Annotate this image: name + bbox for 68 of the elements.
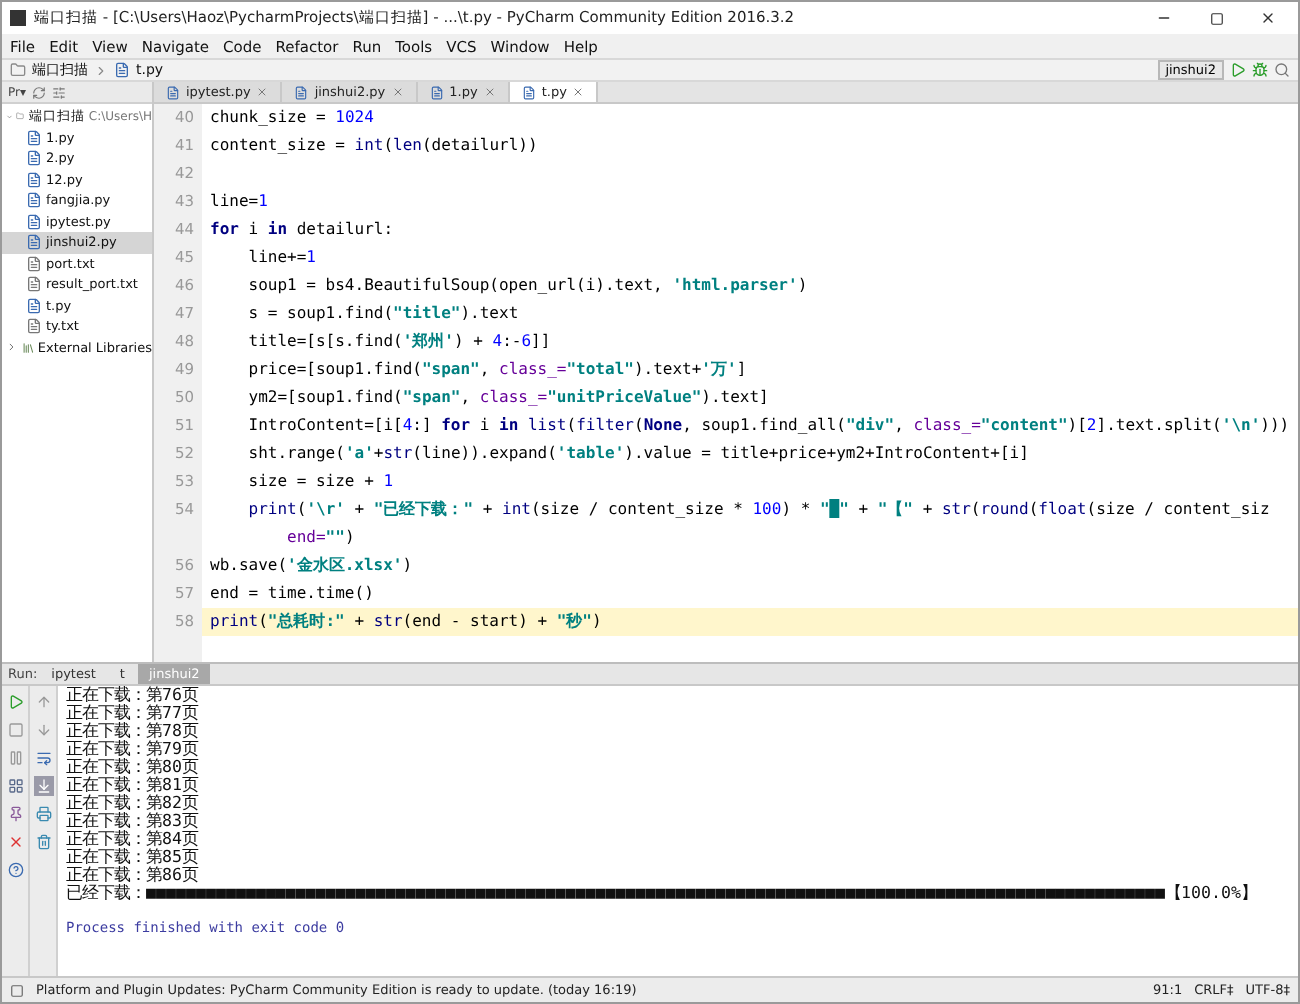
python-file-icon[interactable]	[26, 234, 42, 251]
text-file-icon[interactable]	[26, 276, 42, 293]
sync-icon[interactable]	[32, 85, 46, 99]
code-line: title=[s[s.find('郑州') + 4:-6]]	[246, 330, 553, 354]
python-file-icon[interactable]	[26, 192, 42, 209]
run-icon[interactable]	[7, 694, 23, 710]
code-line: s = soup1.find("title").text	[246, 302, 521, 326]
code-line: content_size = int(len(detailurl))	[208, 134, 540, 158]
python-file-icon[interactable]	[521, 85, 536, 99]
close-icon[interactable]	[1260, 10, 1276, 26]
code-line: sht.range('a'+str(line)).expand('table').value = title+price+ym2+IntroContent+[i]	[246, 442, 1031, 466]
console-line: 正在下载：第85页	[66, 848, 201, 866]
arrow-down-icon[interactable]	[35, 722, 51, 738]
library-icon[interactable]	[21, 339, 34, 356]
wrap-icon[interactable]	[35, 750, 51, 766]
python-file-icon[interactable]	[26, 150, 42, 167]
code-line: chunk_size = 1024	[208, 106, 376, 130]
code-line: line=1	[208, 190, 270, 214]
debug-icon[interactable]	[1252, 62, 1268, 78]
python-file-icon[interactable]	[26, 129, 42, 146]
console-line: 已经下载：■■■■■■■■■■■■■■■■■■■■■■■■■■■■■■■■■■■■■■■■■■■■■■■■■■■■■■■■■■■■■■■■■■■■■■■■■■■■■■■■■■■■■■■■■■■■■■■■■■■■■■【100.0%】	[66, 884, 1259, 902]
code-line: end="")	[285, 526, 357, 550]
python-file-icon[interactable]	[294, 85, 309, 99]
printer-icon[interactable]	[35, 806, 51, 822]
text-file-icon[interactable]	[26, 255, 42, 272]
python-file-icon[interactable]	[429, 85, 444, 99]
console-line: 正在下载：第78页	[66, 722, 201, 740]
console-line: 正在下载：第77页	[66, 704, 201, 722]
settings-icon[interactable]	[52, 85, 66, 99]
scroll-to-end-icon[interactable]	[35, 778, 51, 794]
code-line: for i in detailurl:	[208, 218, 396, 242]
maximize-icon[interactable]	[1209, 11, 1223, 25]
chevron-right-icon[interactable]	[6, 340, 18, 355]
console-line: 正在下载：第81页	[66, 776, 201, 794]
pin-icon[interactable]	[7, 806, 23, 822]
folder-icon[interactable]	[10, 62, 26, 78]
code-line: size = size + 1	[246, 470, 396, 494]
chevron-right-icon[interactable]	[94, 63, 108, 77]
python-file-icon[interactable]	[26, 297, 42, 314]
python-file-icon[interactable]	[26, 213, 42, 230]
python-file-icon[interactable]	[114, 62, 130, 78]
arrow-up-icon[interactable]	[35, 694, 51, 710]
code-line: price=[soup1.find("span", class_="total").text+'万']	[246, 358, 749, 382]
run-icon[interactable]	[1230, 62, 1246, 78]
code-line: IntroContent=[i[4:] for i in list(filter(None, soup1.find_all("div", class_="content")[2].text.split('\n')))	[246, 414, 1292, 438]
console-line: 正在下载：第83页	[66, 812, 201, 830]
pause-icon[interactable]	[7, 750, 23, 766]
code-line: print('\r' + "已经下载：" + int(size / content_size * 100) * "█" + "【" + str(round(float(size / content_siz	[246, 497, 1272, 522]
search-icon[interactable]	[1274, 62, 1290, 78]
text-file-icon[interactable]	[26, 318, 42, 335]
python-file-icon[interactable]	[26, 171, 42, 188]
code-line: end = time.time()	[208, 582, 376, 606]
help-icon[interactable]	[7, 862, 23, 878]
code-line: wb.save('金水区.xlsx')	[208, 554, 415, 578]
trash-icon[interactable]	[35, 834, 51, 850]
code-line: line+=1	[246, 246, 318, 270]
console-line: 正在下载：第82页	[66, 794, 201, 812]
console-line: 正在下载：第84页	[66, 830, 201, 848]
app-icon	[10, 10, 26, 26]
console-line: 正在下载：第80页	[66, 758, 201, 776]
python-file-icon[interactable]	[166, 85, 180, 99]
code-line: ym2=[soup1.find("span", class_="unitPriceValue").text]	[246, 386, 771, 410]
layout-icon[interactable]	[7, 778, 23, 794]
code-line: soup1 = bs4.BeautifulSoup(open_url(i).text, 'html.parser')	[246, 274, 810, 298]
status-icon[interactable]	[10, 983, 24, 997]
console-line: 正在下载：第76页	[66, 686, 201, 704]
console-line: 正在下载：第86页	[66, 866, 201, 884]
console-line: 正在下载：第79页	[66, 740, 201, 758]
